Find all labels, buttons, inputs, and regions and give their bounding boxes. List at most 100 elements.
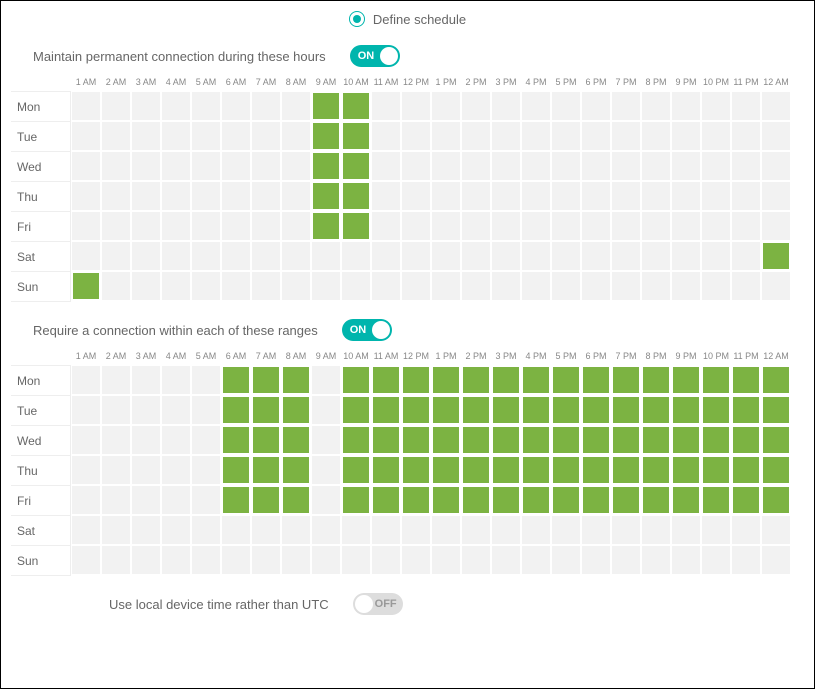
- schedule-cell[interactable]: [761, 455, 791, 485]
- schedule-cell[interactable]: [191, 545, 221, 575]
- schedule-cell[interactable]: [731, 151, 761, 181]
- schedule-cell[interactable]: [521, 91, 551, 121]
- schedule-cell[interactable]: [191, 515, 221, 545]
- schedule-cell[interactable]: [161, 151, 191, 181]
- schedule-cell[interactable]: [551, 365, 581, 395]
- schedule-cell[interactable]: [281, 121, 311, 151]
- schedule-cell[interactable]: [401, 365, 431, 395]
- schedule-cell[interactable]: [491, 211, 521, 241]
- section1-toggle[interactable]: ON: [350, 45, 400, 67]
- schedule-cell[interactable]: [101, 365, 131, 395]
- schedule-cell[interactable]: [761, 151, 791, 181]
- schedule-cell[interactable]: [671, 121, 701, 151]
- schedule-cell[interactable]: [191, 485, 221, 515]
- schedule-cell[interactable]: [581, 241, 611, 271]
- schedule-cell[interactable]: [491, 271, 521, 301]
- schedule-cell[interactable]: [551, 395, 581, 425]
- schedule-cell[interactable]: [131, 395, 161, 425]
- schedule-cell[interactable]: [671, 425, 701, 455]
- schedule-cell[interactable]: [161, 271, 191, 301]
- schedule-cell[interactable]: [371, 485, 401, 515]
- schedule-cell[interactable]: [71, 515, 101, 545]
- schedule-cell[interactable]: [431, 211, 461, 241]
- schedule-cell[interactable]: [641, 211, 671, 241]
- schedule-cell[interactable]: [191, 151, 221, 181]
- schedule-cell[interactable]: [581, 211, 611, 241]
- schedule-cell[interactable]: [461, 121, 491, 151]
- schedule-cell[interactable]: [401, 545, 431, 575]
- schedule-cell[interactable]: [551, 455, 581, 485]
- schedule-cell[interactable]: [611, 485, 641, 515]
- schedule-cell[interactable]: [491, 515, 521, 545]
- schedule-cell[interactable]: [401, 181, 431, 211]
- schedule-cell[interactable]: [371, 151, 401, 181]
- schedule-cell[interactable]: [221, 91, 251, 121]
- schedule-cell[interactable]: [731, 485, 761, 515]
- schedule-cell[interactable]: [161, 211, 191, 241]
- schedule-cell[interactable]: [401, 395, 431, 425]
- schedule-cell[interactable]: [491, 545, 521, 575]
- schedule-cell[interactable]: [221, 365, 251, 395]
- schedule-cell[interactable]: [701, 545, 731, 575]
- schedule-cell[interactable]: [401, 121, 431, 151]
- schedule-cell[interactable]: [641, 515, 671, 545]
- schedule-cell[interactable]: [131, 455, 161, 485]
- schedule-cell[interactable]: [101, 271, 131, 301]
- schedule-cell[interactable]: [101, 211, 131, 241]
- schedule-cell[interactable]: [641, 241, 671, 271]
- schedule-cell[interactable]: [761, 241, 791, 271]
- schedule-cell[interactable]: [491, 121, 521, 151]
- schedule-cell[interactable]: [401, 241, 431, 271]
- schedule-cell[interactable]: [731, 121, 761, 151]
- schedule-cell[interactable]: [281, 211, 311, 241]
- schedule-cell[interactable]: [221, 455, 251, 485]
- schedule-cell[interactable]: [341, 365, 371, 395]
- schedule-cell[interactable]: [461, 485, 491, 515]
- schedule-cell[interactable]: [131, 241, 161, 271]
- schedule-cell[interactable]: [461, 91, 491, 121]
- schedule-cell[interactable]: [461, 241, 491, 271]
- schedule-cell[interactable]: [581, 545, 611, 575]
- schedule-cell[interactable]: [551, 545, 581, 575]
- schedule-cell[interactable]: [731, 241, 761, 271]
- schedule-cell[interactable]: [731, 455, 761, 485]
- schedule-cell[interactable]: [641, 365, 671, 395]
- schedule-cell[interactable]: [431, 91, 461, 121]
- schedule-cell[interactable]: [371, 211, 401, 241]
- schedule-cell[interactable]: [161, 455, 191, 485]
- schedule-cell[interactable]: [581, 515, 611, 545]
- schedule-cell[interactable]: [341, 485, 371, 515]
- schedule-cell[interactable]: [431, 515, 461, 545]
- schedule-cell[interactable]: [611, 151, 641, 181]
- schedule-cell[interactable]: [281, 515, 311, 545]
- schedule-cell[interactable]: [761, 121, 791, 151]
- schedule-cell[interactable]: [551, 211, 581, 241]
- schedule-cell[interactable]: [671, 181, 701, 211]
- schedule-cell[interactable]: [71, 271, 101, 301]
- schedule-cell[interactable]: [341, 515, 371, 545]
- schedule-cell[interactable]: [71, 121, 101, 151]
- schedule-cell[interactable]: [131, 211, 161, 241]
- schedule-cell[interactable]: [251, 241, 281, 271]
- schedule-cell[interactable]: [161, 365, 191, 395]
- schedule-cell[interactable]: [371, 181, 401, 211]
- schedule-cell[interactable]: [221, 485, 251, 515]
- schedule-cell[interactable]: [161, 241, 191, 271]
- schedule-cell[interactable]: [161, 485, 191, 515]
- schedule-cell[interactable]: [641, 395, 671, 425]
- schedule-cell[interactable]: [701, 211, 731, 241]
- schedule-cell[interactable]: [71, 545, 101, 575]
- schedule-cell[interactable]: [761, 211, 791, 241]
- schedule-cell[interactable]: [731, 91, 761, 121]
- schedule-cell[interactable]: [431, 425, 461, 455]
- schedule-cell[interactable]: [281, 395, 311, 425]
- schedule-cell[interactable]: [191, 425, 221, 455]
- schedule-cell[interactable]: [341, 545, 371, 575]
- schedule-cell[interactable]: [431, 121, 461, 151]
- schedule-cell[interactable]: [371, 365, 401, 395]
- schedule-cell[interactable]: [311, 515, 341, 545]
- schedule-cell[interactable]: [101, 455, 131, 485]
- schedule-cell[interactable]: [341, 241, 371, 271]
- schedule-cell[interactable]: [461, 271, 491, 301]
- schedule-cell[interactable]: [131, 425, 161, 455]
